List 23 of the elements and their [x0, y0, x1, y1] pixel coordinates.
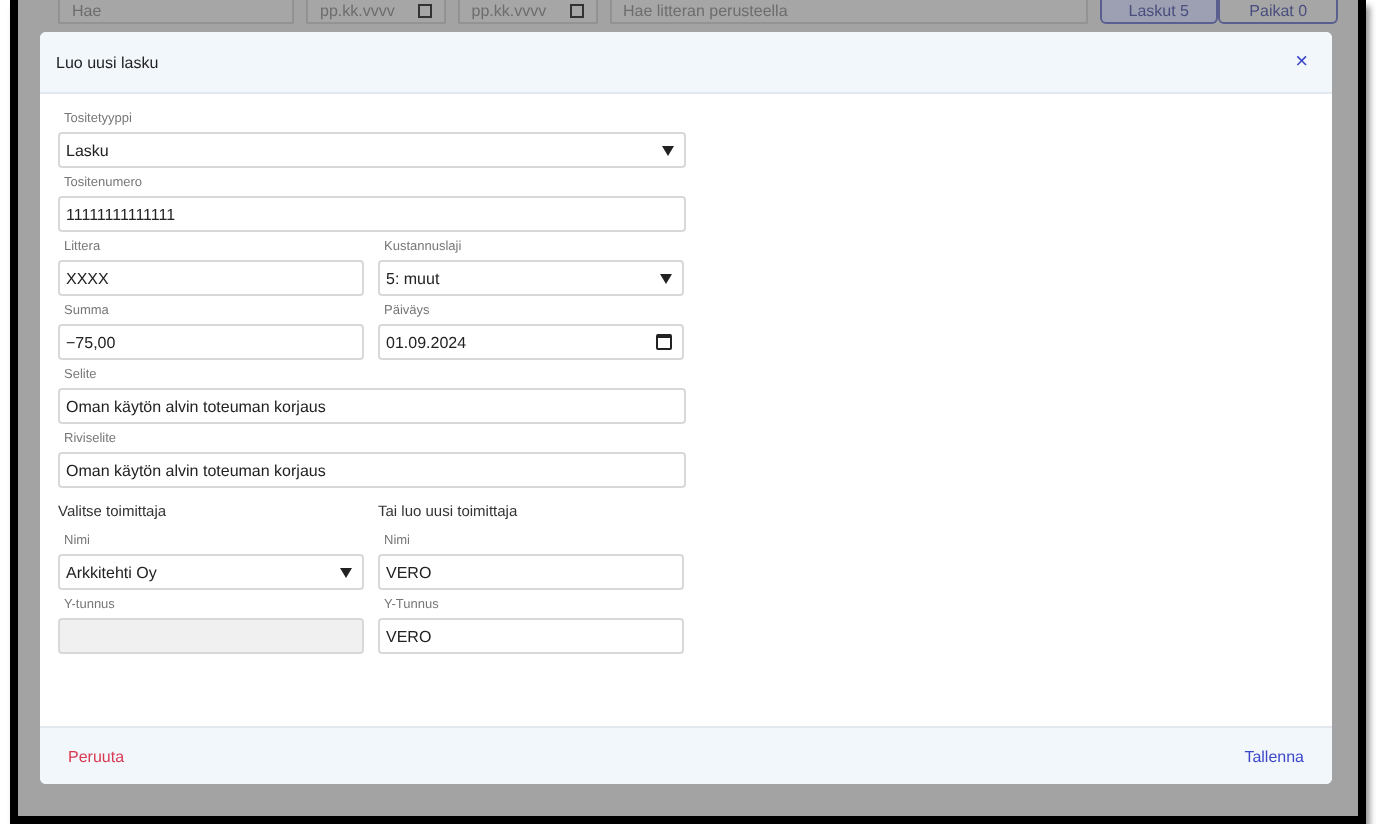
close-button[interactable]: × [1291, 50, 1312, 74]
input-field[interactable]: −75,00 [58, 324, 364, 360]
calendar-icon [417, 3, 432, 17]
input-field[interactable]: XXXX [58, 260, 364, 296]
input-field[interactable]: VERO [378, 618, 684, 654]
select-field[interactable]: Lasku [58, 132, 686, 168]
save-button[interactable]: Tallenna [1244, 747, 1304, 765]
caret-icon [660, 273, 672, 283]
input-field[interactable]: VERO [378, 554, 684, 590]
date-field[interactable]: 01.09.2024 [378, 324, 684, 360]
search-field[interactable]: Hae [58, 0, 294, 24]
select-field[interactable]: 5: muut [378, 260, 684, 296]
input-field[interactable]: Oman käytön alvin toteuman korjaus [58, 388, 686, 424]
search-field[interactable]: Hae litteran perusteella [609, 0, 1087, 24]
input-field[interactable]: 11111111111111 [58, 196, 686, 232]
calendar-icon [569, 3, 583, 17]
select-field[interactable]: Arkkitehti Oy [58, 554, 364, 590]
dialog-title: Luo uusi lasku [56, 53, 159, 71]
cancel-button[interactable]: Peruuta [68, 747, 125, 765]
caret-icon [340, 567, 352, 577]
caret-icon [662, 145, 674, 155]
calendar-icon [656, 334, 672, 350]
input-field[interactable]: Oman käytön alvin toteuman korjaus [58, 452, 686, 488]
